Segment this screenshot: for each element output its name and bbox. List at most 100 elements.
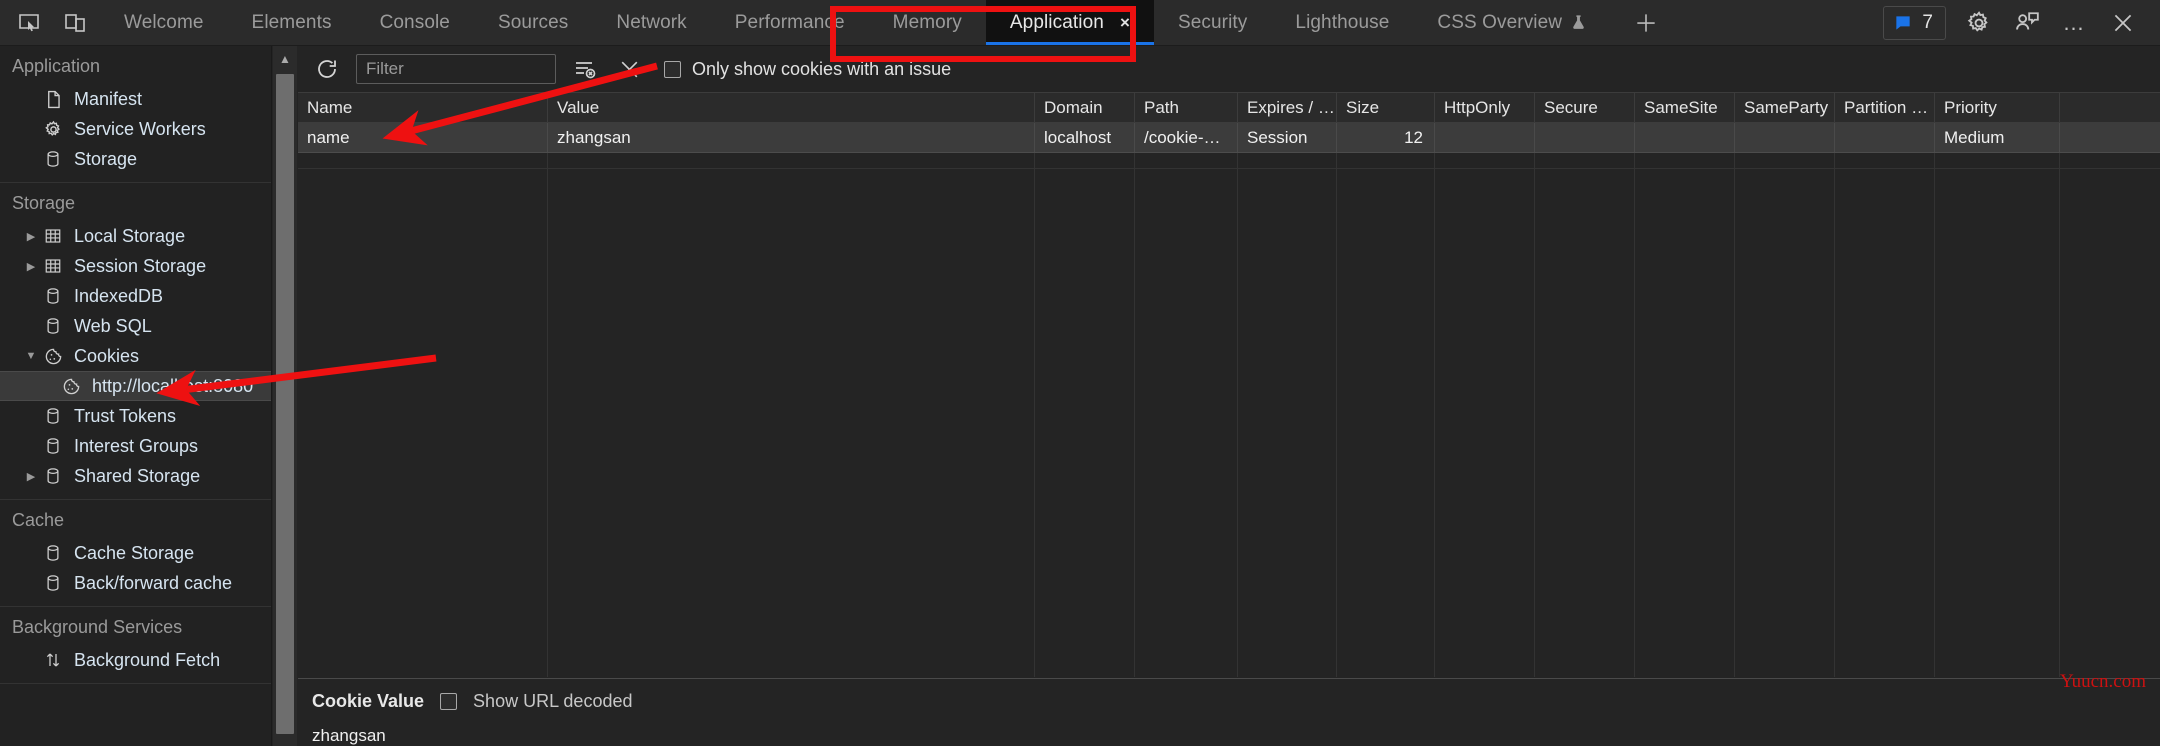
scrollbar-thumb[interactable] bbox=[276, 74, 294, 734]
column-header-domain[interactable]: Domain bbox=[1035, 93, 1135, 122]
cell-path[interactable]: /cookie-… bbox=[1135, 123, 1238, 152]
database-icon bbox=[40, 574, 66, 592]
database-icon bbox=[40, 407, 66, 425]
sidebar-item-storage[interactable]: ▶ Storage bbox=[0, 144, 271, 174]
column-header-expires[interactable]: Expires / … bbox=[1238, 93, 1337, 122]
cell-partition[interactable] bbox=[1835, 123, 1935, 152]
cell-size[interactable]: 12 bbox=[1337, 123, 1435, 152]
only-issues-checkbox-row[interactable]: Only show cookies with an issue bbox=[664, 59, 951, 80]
tab-memory[interactable]: Memory bbox=[869, 0, 986, 45]
sidebar-item-trust-tokens[interactable]: ▶ Trust Tokens bbox=[0, 401, 271, 431]
close-icon[interactable]: × bbox=[1120, 13, 1130, 33]
close-devtools-icon[interactable] bbox=[2108, 8, 2138, 38]
sidebar-item-label: Cookies bbox=[74, 345, 140, 366]
chevron-right-icon[interactable]: ▶ bbox=[22, 230, 40, 243]
cell-value[interactable]: zhangsan bbox=[548, 123, 1035, 152]
column-header-samesite[interactable]: SameSite bbox=[1635, 93, 1735, 122]
tab-elements[interactable]: Elements bbox=[228, 0, 356, 45]
chevron-down-icon[interactable]: ▼ bbox=[22, 350, 40, 362]
database-icon bbox=[40, 437, 66, 455]
sidebar-item-indexeddb[interactable]: ▶ IndexedDB bbox=[0, 281, 271, 311]
message-bubble-icon bbox=[1896, 15, 1911, 30]
sidebar-item-back-forward-cache[interactable]: ▶ Back/forward cache bbox=[0, 568, 271, 598]
sidebar-group-cache: Cache ▶ Cache Storage ▶ Back/forward cac… bbox=[0, 500, 271, 607]
column-header-httponly[interactable]: HttpOnly bbox=[1435, 93, 1535, 122]
tab-network[interactable]: Network bbox=[592, 0, 710, 45]
scroll-up-arrow-icon[interactable]: ▲ bbox=[273, 46, 297, 72]
table-row[interactable]: name zhangsan localhost /cookie-… Sessio… bbox=[298, 123, 2160, 153]
tab-label: Sources bbox=[497, 11, 569, 33]
tab-security[interactable]: Security bbox=[1154, 0, 1271, 45]
sidebar-item-label: Shared Storage bbox=[74, 465, 201, 486]
inspect-element-icon[interactable] bbox=[14, 8, 44, 38]
issues-counter-button[interactable]: 7 bbox=[1883, 5, 1946, 40]
cell-httponly[interactable] bbox=[1435, 123, 1535, 152]
sidebar-item-label: Interest Groups bbox=[74, 435, 199, 456]
device-toolbar-icon[interactable] bbox=[60, 8, 90, 38]
tab-sources[interactable]: Sources bbox=[474, 0, 592, 45]
sidebar-scrollbar[interactable]: ▲ bbox=[273, 46, 297, 746]
sidebar-item-label: Back/forward cache bbox=[74, 572, 233, 593]
database-icon bbox=[40, 317, 66, 335]
sidebar-item-interest-groups[interactable]: ▶ Interest Groups bbox=[0, 431, 271, 461]
sidebar-item-local-storage[interactable]: ▶ Local Storage bbox=[0, 221, 271, 251]
gear-icon[interactable] bbox=[1964, 8, 1994, 38]
chevron-right-icon[interactable]: ▶ bbox=[22, 470, 40, 483]
column-header-secure[interactable]: Secure bbox=[1535, 93, 1635, 122]
sidebar-item-shared-storage[interactable]: ▶ Shared Storage bbox=[0, 461, 271, 491]
sidebar-item-session-storage[interactable]: ▶ Session Storage bbox=[0, 251, 271, 281]
cell-expires[interactable]: Session bbox=[1238, 123, 1337, 152]
tab-label: Network bbox=[616, 11, 687, 33]
sidebar-item-label: Manifest bbox=[74, 88, 143, 109]
tab-welcome[interactable]: Welcome bbox=[100, 0, 228, 45]
cell-samesite[interactable] bbox=[1635, 123, 1735, 152]
show-url-decoded-checkbox[interactable] bbox=[440, 693, 458, 710]
filter-input[interactable] bbox=[356, 54, 556, 84]
more-options-icon[interactable]: … bbox=[2060, 8, 2090, 38]
cell-sameparty[interactable] bbox=[1735, 123, 1835, 152]
add-panel-button[interactable] bbox=[1611, 0, 1681, 45]
tab-console[interactable]: Console bbox=[356, 0, 474, 45]
tab-performance[interactable]: Performance bbox=[711, 0, 869, 45]
column-header-size[interactable]: Size bbox=[1337, 93, 1435, 122]
dock-icon-group bbox=[0, 0, 100, 45]
sidebar-item-service-workers[interactable]: ▶ Service Workers bbox=[0, 114, 271, 144]
only-issues-checkbox[interactable] bbox=[664, 60, 681, 78]
clear-filter-icon[interactable] bbox=[570, 54, 600, 84]
sidebar-item-web-sql[interactable]: ▶ Web SQL bbox=[0, 311, 271, 341]
cell-secure[interactable] bbox=[1535, 123, 1635, 152]
cell-priority[interactable]: Medium bbox=[1935, 123, 2060, 152]
customize-devtools-icon[interactable] bbox=[2012, 8, 2042, 38]
column-header-partition[interactable]: Partition … bbox=[1835, 93, 1935, 122]
database-icon bbox=[40, 544, 66, 562]
tab-label: Welcome bbox=[124, 11, 204, 33]
cell-domain[interactable]: localhost bbox=[1035, 123, 1135, 152]
chevron-right-icon[interactable]: ▶ bbox=[22, 260, 40, 273]
sidebar-item-background-fetch[interactable]: ▶ Background Fetch bbox=[0, 645, 271, 675]
sidebar-item-label: Web SQL bbox=[74, 315, 152, 336]
column-header-sameparty[interactable]: SameParty bbox=[1735, 93, 1835, 122]
clear-all-cookies-icon[interactable] bbox=[614, 54, 644, 84]
tab-css-overview[interactable]: CSS Overview bbox=[1413, 0, 1611, 45]
column-header-path[interactable]: Path bbox=[1135, 93, 1238, 122]
sidebar-item-label: Trust Tokens bbox=[74, 405, 177, 426]
sidebar-item-cookie-origin-localhost[interactable]: http://localhost:8080 bbox=[0, 371, 271, 401]
panel-tabs: Welcome Elements Console Sources Network… bbox=[100, 0, 1681, 45]
sidebar-item-manifest[interactable]: ▶ Manifest bbox=[0, 84, 271, 114]
column-header-priority[interactable]: Priority bbox=[1935, 93, 2060, 122]
sidebar-item-cache-storage[interactable]: ▶ Cache Storage bbox=[0, 538, 271, 568]
arrows-updown-icon bbox=[40, 651, 66, 669]
column-header-value[interactable]: Value bbox=[548, 93, 1035, 122]
cell-name[interactable]: name bbox=[298, 123, 548, 152]
sidebar-item-cookies[interactable]: ▼ Cookies bbox=[0, 341, 271, 371]
tab-lighthouse[interactable]: Lighthouse bbox=[1271, 0, 1413, 45]
column-header-name[interactable]: Name bbox=[298, 93, 548, 122]
sidebar-item-label: Background Fetch bbox=[74, 649, 221, 670]
refresh-icon[interactable] bbox=[312, 54, 342, 84]
cookie-value-header: Cookie Value Show URL decoded bbox=[312, 691, 2160, 712]
document-icon bbox=[40, 90, 66, 109]
issues-count: 7 bbox=[1922, 11, 1933, 33]
cookie-icon bbox=[40, 347, 66, 366]
tab-label: Security bbox=[1177, 11, 1248, 33]
tab-application[interactable]: Application × bbox=[985, 0, 1155, 45]
